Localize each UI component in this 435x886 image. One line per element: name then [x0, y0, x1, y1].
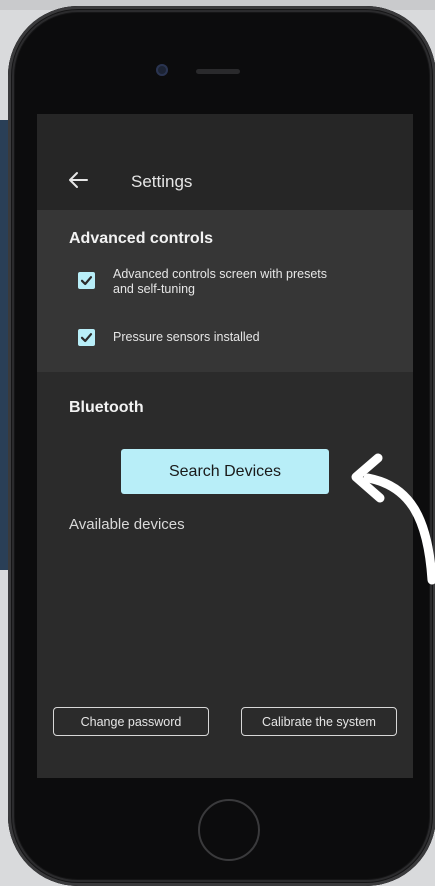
- pressure-sensors-checkbox[interactable]: [78, 329, 95, 346]
- bluetooth-heading: Bluetooth: [69, 399, 144, 416]
- arrow-left-icon[interactable]: [67, 170, 89, 190]
- advanced-controls-label: Advanced controls screen with presets an…: [113, 267, 327, 296]
- available-devices-label: Available devices: [69, 516, 185, 533]
- page-title: Settings: [131, 172, 193, 191]
- check-icon: [80, 333, 93, 343]
- change-password-button[interactable]: Change password: [53, 707, 209, 736]
- camera-icon: [156, 64, 168, 76]
- advanced-controls-checkbox[interactable]: [78, 272, 95, 289]
- advanced-controls-heading: Advanced controls: [69, 230, 214, 247]
- app-screen: Settings Advanced controls Advanced cont…: [37, 114, 413, 778]
- curved-arrow-icon: [351, 453, 435, 585]
- speaker-grille: [196, 69, 240, 74]
- app-bar: Settings: [37, 114, 413, 210]
- calibrate-system-button[interactable]: Calibrate the system: [241, 707, 397, 736]
- pressure-sensors-label: Pressure sensors installed: [113, 330, 260, 344]
- search-devices-button[interactable]: Search Devices: [121, 449, 329, 494]
- advanced-controls-section: Advanced controls Advanced controls scre…: [37, 210, 413, 372]
- home-button[interactable]: [198, 799, 260, 861]
- check-icon: [80, 276, 93, 286]
